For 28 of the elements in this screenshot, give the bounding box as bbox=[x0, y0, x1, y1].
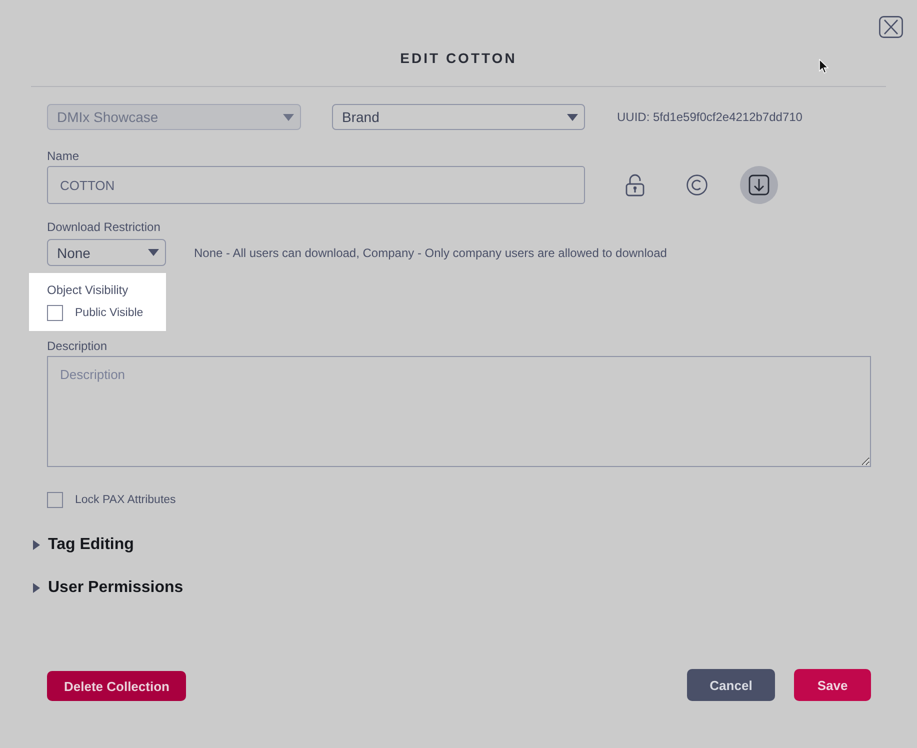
section-header[interactable]: User Permissions bbox=[33, 578, 184, 598]
field-label: Download Restriction bbox=[47, 219, 160, 235]
checkbox-label: Lock PAX Attributes bbox=[75, 494, 176, 506]
field-label: Description bbox=[47, 338, 108, 354]
dialog-title: EDIT COTTON bbox=[400, 49, 517, 67]
cancel-button[interactable]: Cancel bbox=[687, 669, 775, 701]
name-input[interactable]: COTTON bbox=[47, 166, 585, 204]
copyright-icon[interactable] bbox=[686, 174, 708, 196]
download-icon[interactable] bbox=[740, 166, 778, 204]
checkbox[interactable] bbox=[47, 492, 63, 508]
caret-icon bbox=[283, 114, 294, 120]
uuid-text: UUID: 5fd1e59f0cf2e4212b7dd710 bbox=[617, 110, 802, 124]
field-label: Object Visibility bbox=[47, 282, 130, 298]
help-text: None - All users can download, Company - Only company users are allowed to download bbox=[194, 246, 667, 260]
checkbox-label: Public Visible bbox=[75, 307, 144, 319]
section-header[interactable]: Tag Editing bbox=[33, 535, 134, 555]
field-label: Name bbox=[47, 148, 80, 164]
caret-icon bbox=[148, 249, 159, 256]
close-icon[interactable] bbox=[879, 16, 903, 38]
description-field[interactable]: Description bbox=[47, 356, 871, 467]
padlock-icon[interactable] bbox=[625, 173, 645, 197]
save-button[interactable]: Save bbox=[794, 669, 871, 701]
mouse-pointer-icon bbox=[819, 59, 829, 74]
checkbox[interactable] bbox=[47, 305, 63, 321]
delete-button[interactable]: Delete Collection bbox=[47, 671, 186, 701]
caret-icon bbox=[567, 114, 578, 120]
dropdown[interactable]: Brand bbox=[332, 104, 585, 130]
dropdown[interactable]: None bbox=[47, 239, 166, 266]
